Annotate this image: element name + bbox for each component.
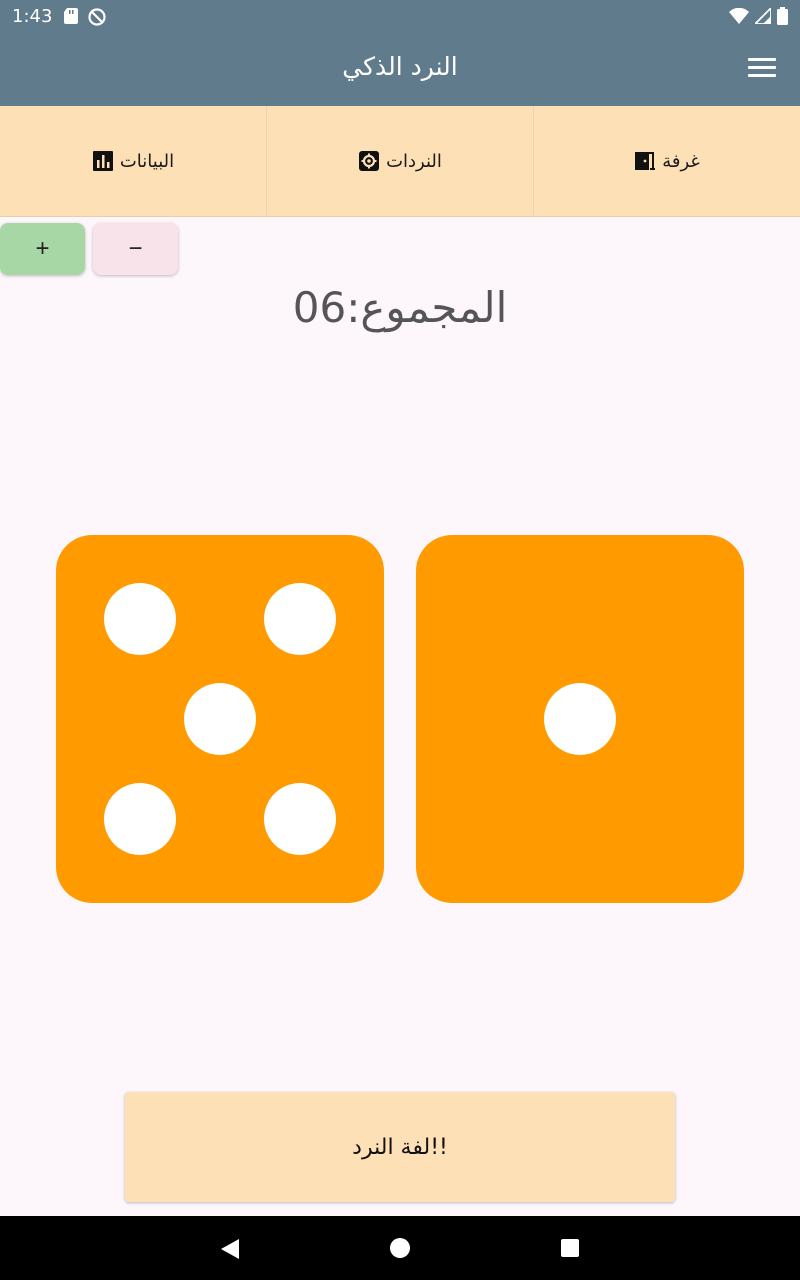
app-bar: النرد الذكي <box>0 32 800 106</box>
navigation-bar <box>0 1216 800 1280</box>
die-pip <box>264 583 336 655</box>
home-icon[interactable] <box>390 1238 410 1258</box>
signal-icon <box>755 8 771 24</box>
hamburger-menu-icon[interactable] <box>748 58 776 82</box>
tab-statistics-label: البيانات <box>119 150 175 172</box>
tab-dice[interactable]: النردات <box>266 106 533 216</box>
status-left-icons <box>64 8 106 26</box>
status-right-icons <box>729 7 788 25</box>
app-title: النرد الذكي <box>342 52 458 81</box>
wifi-icon <box>729 8 749 24</box>
bar-chart-icon <box>92 150 114 172</box>
tab-room-label: غرفة <box>662 150 700 172</box>
battery-icon <box>777 7 788 25</box>
die-pip <box>544 683 616 755</box>
die-pip <box>104 783 176 855</box>
tab-dice-label: النردات <box>386 150 442 172</box>
status-time: 1:43 <box>12 6 53 27</box>
tab-statistics[interactable]: البيانات <box>0 106 266 216</box>
dice-gear-icon <box>358 150 380 172</box>
door-icon <box>634 150 656 172</box>
roll-dice-button[interactable]: لفة النرد!! <box>125 1092 675 1202</box>
tab-room[interactable]: غرفة <box>533 106 800 216</box>
recent-apps-icon[interactable] <box>561 1239 579 1257</box>
remove-die-button[interactable]: − <box>93 223 178 275</box>
die-five[interactable] <box>56 535 384 903</box>
tab-bar: غرفة النردات البيانات <box>0 106 800 217</box>
die-pip <box>264 783 336 855</box>
add-die-button[interactable]: + <box>0 223 85 275</box>
die-one[interactable] <box>416 535 744 903</box>
die-pip <box>104 583 176 655</box>
sd-card-icon <box>64 8 78 24</box>
no-sync-icon <box>88 8 106 26</box>
total-label: المجموع:06 <box>292 283 508 332</box>
back-icon[interactable] <box>220 1238 240 1260</box>
die-pip <box>184 683 256 755</box>
status-bar: 1:43 <box>0 0 800 32</box>
